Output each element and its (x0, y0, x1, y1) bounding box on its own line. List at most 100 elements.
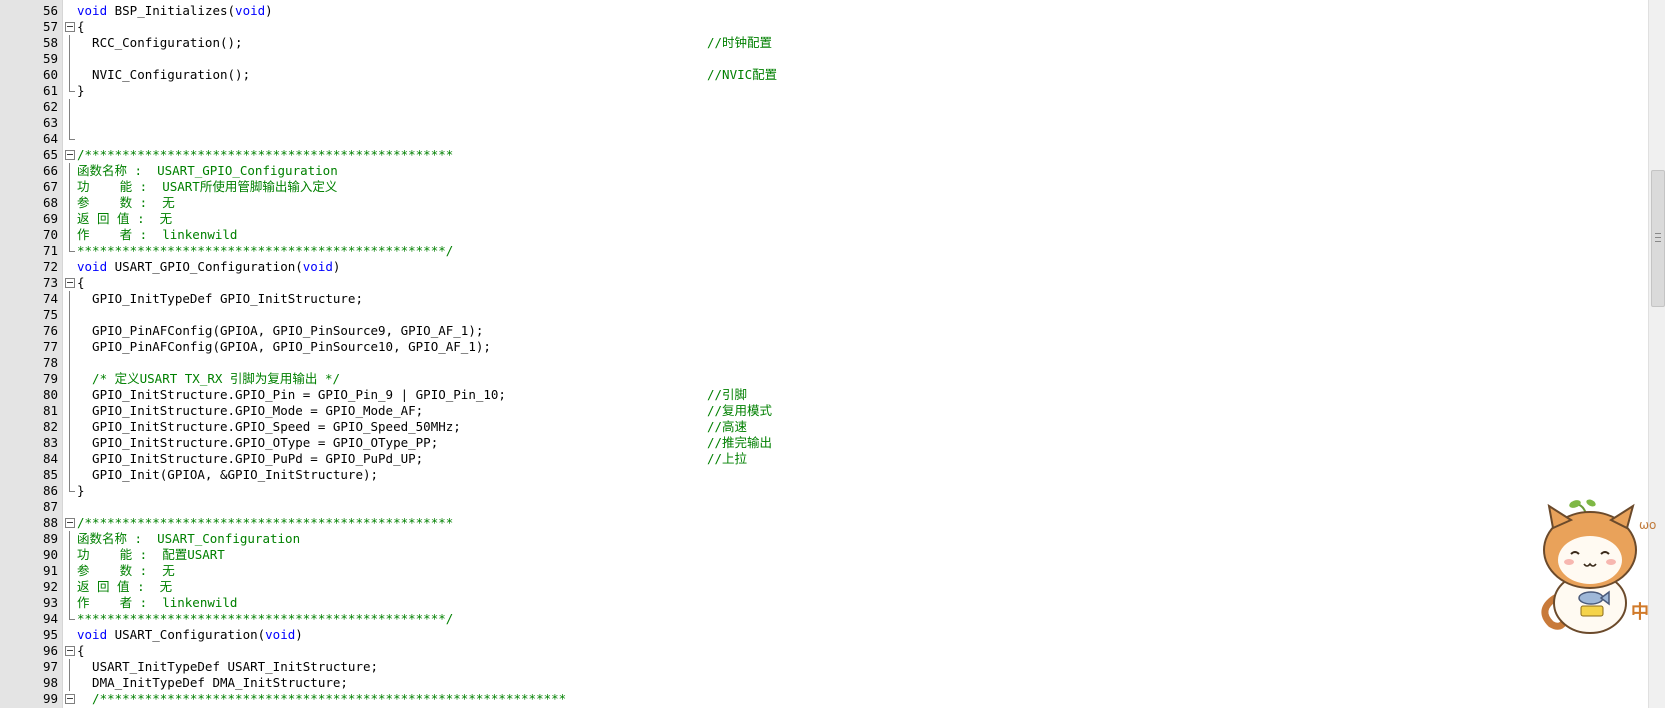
code-token: GPIO_InitStructure.GPIO_PuPd = GPIO_PuPd… (77, 451, 424, 466)
code-line[interactable]: 73 { (0, 275, 1650, 291)
code-line[interactable]: 81 GPIO_InitStructure.GPIO_Mode = GPIO_M… (0, 403, 1650, 419)
code-text: void BSP_Initializes(void) (77, 3, 273, 19)
trailing-comment: //引脚 (707, 387, 748, 402)
code-line[interactable]: 67 功 能 : USART所使用管脚输出输入定义 (0, 179, 1650, 195)
code-line[interactable]: 86} (0, 483, 1650, 499)
mascot-bubble: ωo (1639, 518, 1657, 532)
code-line[interactable]: 85 GPIO_Init(GPIOA, &GPIO_InitStructure)… (0, 467, 1650, 483)
code-text: { (77, 275, 85, 291)
line-number: 96 (42, 643, 58, 658)
line-number: 81 (42, 403, 58, 418)
fold-open-icon[interactable] (64, 691, 76, 707)
code-line[interactable]: 96 { (0, 643, 1650, 659)
code-line[interactable]: 83 GPIO_InitStructure.GPIO_OType = GPIO_… (0, 435, 1650, 451)
code-text: 参 数 : 无 (77, 563, 175, 579)
trailing-comment: //高速 (707, 419, 748, 434)
fold-guide-line (64, 323, 76, 339)
code-line[interactable]: 75 (0, 307, 1650, 323)
code-line[interactable]: 89 函数名称 : USART_Configuration (0, 531, 1650, 547)
code-text: 函数名称 : USART_GPIO_Configuration (77, 163, 338, 179)
code-line[interactable]: 64 (0, 131, 1650, 147)
comment-token: 作 者 : linkenwild (77, 595, 238, 610)
cat-mascot-icon[interactable]: 中 ωo (1535, 498, 1657, 638)
line-number: 89 (42, 531, 58, 546)
line-number: 64 (42, 131, 58, 146)
code-line[interactable]: 90 功 能 : 配置USART (0, 547, 1650, 563)
line-number: 85 (42, 467, 58, 482)
code-line[interactable]: 76 GPIO_PinAFConfig(GPIOA, GPIO_PinSourc… (0, 323, 1650, 339)
code-text: 作 者 : linkenwild (77, 227, 237, 243)
comment-token: 函数名称 : USART_GPIO_Configuration (77, 163, 338, 178)
scrollbar-thumb[interactable] (1651, 170, 1665, 307)
code-text: GPIO_InitStructure.GPIO_Speed = GPIO_Spe… (77, 419, 747, 435)
fold-open-icon[interactable] (64, 19, 76, 35)
code-line[interactable]: 66 函数名称 : USART_GPIO_Configuration (0, 163, 1650, 179)
code-text: NVIC_Configuration(); //NVIC配置 (77, 67, 777, 83)
fold-guide-line (64, 35, 76, 51)
code-line[interactable]: 70 作 者 : linkenwild (0, 227, 1650, 243)
line-number: 57 (42, 19, 58, 34)
code-line[interactable]: 95 void USART_Configuration(void) (0, 627, 1650, 643)
line-number: 97 (42, 659, 58, 674)
code-line[interactable]: 69 返 回 值 : 无 (0, 211, 1650, 227)
code-area[interactable]: 56 void BSP_Initializes(void) 57 {58 RCC_Co… (0, 3, 1650, 707)
code-token: USART_Configuration( (107, 627, 266, 642)
code-line[interactable]: 56 void BSP_Initializes(void) (0, 3, 1650, 19)
fold-open-icon[interactable] (64, 643, 76, 659)
code-line[interactable]: 77 GPIO_PinAFConfig(GPIOA, GPIO_PinSourc… (0, 339, 1650, 355)
code-line[interactable]: 59 (0, 51, 1650, 67)
code-line[interactable]: 88 /*************************************… (0, 515, 1650, 531)
trailing-comment: //NVIC配置 (707, 67, 778, 82)
code-line[interactable]: 60 NVIC_Configuration(); //NVIC配置 (0, 67, 1650, 83)
keyword-token: void (77, 3, 108, 18)
code-line[interactable]: 92 返 回 值 : 无 (0, 579, 1650, 595)
trailing-comment: //推完输出 (707, 435, 773, 450)
code-line[interactable]: 79 /* 定义USART TX_RX 引脚为复用输出 */ (0, 371, 1650, 387)
code-text: 函数名称 : USART_Configuration (77, 531, 300, 547)
line-number: 90 (42, 547, 58, 562)
code-line[interactable]: 87 (0, 499, 1650, 515)
code-line[interactable]: 97 USART_InitTypeDef USART_InitStructure… (0, 659, 1650, 675)
line-number: 94 (42, 611, 58, 626)
code-line[interactable]: 71 **************************************… (0, 243, 1650, 259)
code-line[interactable]: 65 /*************************************… (0, 147, 1650, 163)
code-text: GPIO_Init(GPIOA, &GPIO_InitStructure); (77, 467, 378, 483)
code-token: ) (332, 259, 341, 274)
code-text: { (77, 19, 85, 35)
fold-guide-line (64, 659, 76, 675)
line-number: 63 (42, 115, 58, 130)
line-number: 69 (42, 211, 58, 226)
fold-guide-line (64, 467, 76, 483)
code-line[interactable]: 58 RCC_Configuration(); //时钟配置 (0, 35, 1650, 51)
code-token: GPIO_PinAFConfig(GPIOA, GPIO_PinSource10… (77, 339, 491, 354)
code-line[interactable]: 78 (0, 355, 1650, 371)
fold-end-marker (64, 83, 76, 99)
code-line[interactable]: 57 { (0, 19, 1650, 35)
code-line[interactable]: 93 作 者 : linkenwild (0, 595, 1650, 611)
line-number: 76 (42, 323, 58, 338)
code-line[interactable]: 80 GPIO_InitStructure.GPIO_Pin = GPIO_Pi… (0, 387, 1650, 403)
code-line[interactable]: 74 GPIO_InitTypeDef GPIO_InitStructure; (0, 291, 1650, 307)
fold-open-icon[interactable] (64, 147, 76, 163)
line-number: 59 (42, 51, 58, 66)
code-text: GPIO_PinAFConfig(GPIOA, GPIO_PinSource10… (77, 339, 491, 355)
line-number: 80 (42, 387, 58, 402)
code-line[interactable]: 63 (0, 115, 1650, 131)
fold-guide-line (64, 355, 76, 371)
code-line[interactable]: 72 void USART_GPIO_Configuration(void) (0, 259, 1650, 275)
code-editor[interactable]: 56 void BSP_Initializes(void) 57 {58 RCC_Co… (0, 0, 1665, 708)
code-line[interactable]: 84 GPIO_InitStructure.GPIO_PuPd = GPIO_P… (0, 451, 1650, 467)
fold-open-icon[interactable] (64, 515, 76, 531)
code-line[interactable]: 99 /************************************… (0, 691, 1650, 707)
code-line[interactable]: 68 参 数 : 无 (0, 195, 1650, 211)
fold-open-icon[interactable] (64, 275, 76, 291)
code-line[interactable]: 94 **************************************… (0, 611, 1650, 627)
code-line[interactable]: 82 GPIO_InitStructure.GPIO_Speed = GPIO_… (0, 419, 1650, 435)
comment-token: 函数名称 : USART_Configuration (77, 531, 301, 546)
code-line[interactable]: 61} (0, 83, 1650, 99)
code-text: GPIO_InitStructure.GPIO_OType = GPIO_OTy… (77, 435, 772, 451)
line-number: 99 (42, 691, 58, 706)
code-line[interactable]: 98 DMA_InitTypeDef DMA_InitStructure; (0, 675, 1650, 691)
code-line[interactable]: 91 参 数 : 无 (0, 563, 1650, 579)
code-line[interactable]: 62 (0, 99, 1650, 115)
